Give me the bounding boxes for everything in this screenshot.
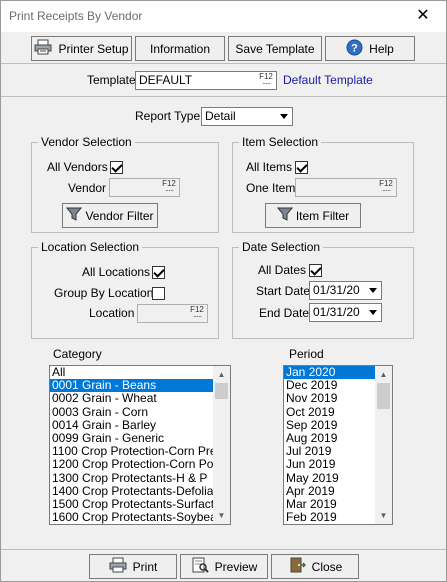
vendor-input[interactable]: F12 ·····: [109, 178, 180, 197]
all-dates-label: All Dates: [258, 263, 307, 277]
preview-button[interactable]: Preview: [180, 554, 268, 579]
date-selection-group: Date Selection All Dates Start Date 01/3…: [232, 240, 414, 339]
list-item[interactable]: 1400 Crop Protectants-Defolian: [50, 484, 230, 498]
item-selection-title: Item Selection: [239, 135, 322, 149]
scroll-thumb[interactable]: [377, 383, 390, 409]
print-label: Print: [132, 559, 158, 574]
f12-lookup-icon[interactable]: F12 ·····: [257, 73, 275, 88]
printer-setup-button[interactable]: Printer Setup: [31, 36, 132, 61]
period-listbox[interactable]: Jan 2020 Dec 2019 Nov 2019 Oct 2019 Sep 2019…: [283, 365, 393, 525]
funnel-icon: [276, 207, 293, 224]
printer-setup-label: Printer Setup: [58, 41, 129, 56]
help-button[interactable]: ? Help: [325, 36, 415, 61]
location-selection-group: Location Selection All Locations Group B…: [31, 240, 219, 339]
template-row: Template DEFAULT F12 ····· Default Templa…: [1, 65, 446, 97]
category-label: Category: [53, 347, 102, 361]
print-button[interactable]: Print: [89, 554, 177, 579]
start-date-label: Start Date: [256, 284, 311, 298]
list-item[interactable]: 0014 Grain - Barley: [50, 418, 230, 432]
vendor-filter-button[interactable]: Vendor Filter: [62, 203, 158, 228]
chevron-down-icon[interactable]: [275, 108, 292, 125]
scroll-thumb[interactable]: [215, 383, 228, 399]
date-selection-title: Date Selection: [239, 240, 324, 254]
exit-door-icon: [288, 557, 306, 576]
all-locations-checkbox[interactable]: [152, 266, 165, 279]
funnel-icon: [66, 207, 83, 224]
group-by-location-checkbox[interactable]: [152, 287, 165, 300]
window-title: Print Receipts By Vendor: [9, 9, 143, 23]
one-item-label: One Item: [246, 181, 296, 195]
save-template-button[interactable]: Save Template: [228, 36, 322, 61]
title-bar: Print Receipts By Vendor ✕: [1, 1, 446, 32]
all-vendors-checkbox[interactable]: [110, 161, 123, 174]
information-label: Information: [149, 41, 211, 56]
f12-lookup-icon[interactable]: F12 ·····: [188, 306, 206, 321]
report-type-select[interactable]: Detail: [201, 107, 293, 126]
scroll-down-icon[interactable]: ▼: [375, 507, 392, 524]
report-type-label: Report Type: [135, 109, 201, 123]
question-icon: ?: [346, 39, 363, 59]
location-label: Location: [89, 306, 135, 320]
svg-text:?: ?: [351, 42, 358, 54]
vendor-selection-group: Vendor Selection All Vendors Vendor F12 ·…: [31, 135, 219, 233]
vendor-filter-label: Vendor Filter: [85, 208, 154, 223]
location-selection-title: Location Selection: [38, 240, 143, 254]
item-filter-button[interactable]: Item Filter: [265, 203, 361, 228]
item-selection-group: Item Selection All Items One Item F12 ···…: [232, 135, 414, 233]
template-input[interactable]: DEFAULT F12 ·····: [135, 71, 277, 90]
f12-lookup-icon[interactable]: F12 ·····: [377, 180, 395, 195]
preview-icon: [191, 557, 209, 576]
scroll-up-icon[interactable]: ▲: [375, 366, 392, 383]
window-close-icon[interactable]: ✕: [400, 1, 446, 32]
period-label: Period: [289, 347, 324, 361]
template-label: Template: [87, 73, 136, 87]
list-item[interactable]: 1200 Crop Protection-Corn Post: [50, 458, 230, 471]
bottom-bar: Print Preview Close: [1, 549, 446, 582]
one-item-input[interactable]: F12 ·····: [295, 178, 397, 197]
preview-label: Preview: [214, 559, 258, 574]
all-locations-label: All Locations: [82, 265, 151, 279]
all-items-checkbox[interactable]: [295, 161, 308, 174]
list-item[interactable]: 0002 Grain - Wheat: [50, 392, 230, 405]
close-button[interactable]: Close: [271, 554, 359, 579]
vendor-selection-title: Vendor Selection: [38, 135, 135, 149]
list-item[interactable]: 1300 Crop Protectants-H & P: [50, 471, 230, 485]
chevron-down-icon[interactable]: [364, 304, 381, 321]
scroll-down-icon[interactable]: ▼: [213, 507, 230, 524]
group-by-location-label: Group By Location: [54, 286, 154, 300]
item-filter-label: Item Filter: [295, 208, 350, 223]
printer-icon: [34, 39, 52, 58]
category-items: All 0001 Grain - Beans 0002 Grain - Wheat 0…: [50, 366, 230, 524]
start-date-value: 01/31/20: [313, 283, 360, 297]
vendor-label: Vendor: [68, 181, 107, 195]
printer-icon: [109, 557, 127, 576]
close-label: Close: [311, 559, 343, 574]
save-template-label: Save Template: [235, 41, 315, 56]
toolbar: Printer Setup Information Save Template …: [1, 32, 446, 64]
all-dates-checkbox[interactable]: [309, 264, 322, 277]
end-date-value: 01/31/20: [313, 305, 360, 319]
category-scrollbar[interactable]: ▲ ▼: [213, 366, 230, 524]
list-item[interactable]: 1600 Crop Protectants-Soybeans: [50, 510, 230, 524]
category-listbox[interactable]: All 0001 Grain - Beans 0002 Grain - Wheat 0…: [49, 365, 231, 525]
list-item[interactable]: 0003 Grain - Corn: [50, 405, 230, 419]
template-description: Default Template: [283, 73, 373, 87]
help-label: Help: [369, 41, 394, 56]
start-date-picker[interactable]: 01/31/20: [309, 281, 382, 300]
chevron-down-icon[interactable]: [364, 282, 381, 299]
template-value: DEFAULT: [139, 73, 193, 87]
report-type-value: Detail: [205, 109, 236, 123]
all-vendors-label: All Vendors: [47, 160, 108, 174]
end-date-picker[interactable]: 01/31/20: [309, 303, 382, 322]
period-scrollbar[interactable]: ▲ ▼: [375, 366, 392, 524]
f12-lookup-icon[interactable]: F12 ·····: [160, 180, 178, 195]
scroll-up-icon[interactable]: ▲: [213, 366, 230, 383]
information-button[interactable]: Information: [135, 36, 225, 61]
all-items-label: All Items: [246, 160, 293, 174]
location-input[interactable]: F12 ·····: [137, 304, 208, 323]
end-date-label: End Date: [259, 306, 310, 320]
print-receipts-window: Print Receipts By Vendor ✕ Printer Setup…: [0, 0, 447, 582]
